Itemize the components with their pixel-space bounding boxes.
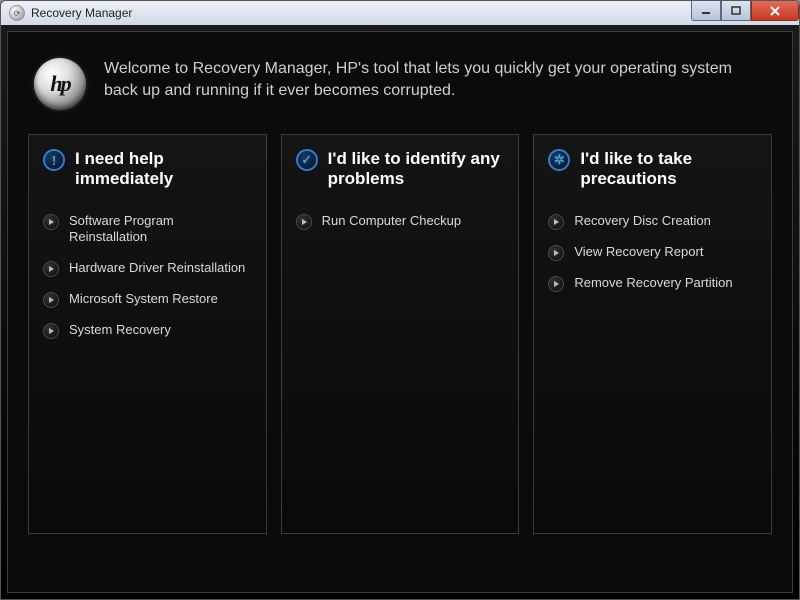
panel-items: Recovery Disc Creation View Recovery Rep… [548,211,757,294]
panel-identify-problems: ✓ I'd like to identify any problems Run … [281,134,520,534]
panel-title: I'd like to take precautions [580,149,757,190]
window-controls [691,1,799,21]
window-frame: ⟳ Recovery Manager hp Welcome to Recover… [0,0,800,600]
app-icon: ⟳ [9,5,25,21]
item-label: System Recovery [69,322,171,338]
window-title: Recovery Manager [31,6,132,20]
panel-title: I need help immediately [75,149,252,190]
item-system-restore[interactable]: Microsoft System Restore [43,289,252,310]
item-label: Recovery Disc Creation [574,213,711,229]
item-label: Microsoft System Restore [69,291,218,307]
play-icon [548,276,564,292]
play-icon [43,214,59,230]
item-label: Software Program Reinstallation [69,213,252,246]
minimize-button[interactable] [691,1,721,21]
play-icon [548,245,564,261]
panel-header: ✲ I'd like to take precautions [548,149,757,193]
item-software-reinstall[interactable]: Software Program Reinstallation [43,211,252,248]
alert-icon: ! [43,149,65,171]
play-icon [43,323,59,339]
panel-header: ! I need help immediately [43,149,252,193]
panel-items: Run Computer Checkup [296,211,505,232]
maximize-button[interactable] [721,1,751,21]
panel-items: Software Program Reinstallation Hardware… [43,211,252,341]
item-label: Remove Recovery Partition [574,275,732,291]
check-icon: ✓ [296,149,318,171]
play-icon [296,214,312,230]
item-run-checkup[interactable]: Run Computer Checkup [296,211,505,232]
hp-logo-icon: hp [34,58,86,110]
titlebar[interactable]: ⟳ Recovery Manager [1,1,799,25]
header: hp Welcome to Recovery Manager, HP's too… [28,50,772,134]
hp-logo-text: hp [50,71,69,97]
close-button[interactable] [751,1,799,21]
item-system-recovery[interactable]: System Recovery [43,320,252,341]
play-icon [548,214,564,230]
panels-row: ! I need help immediately Software Progr… [28,134,772,534]
play-icon [43,261,59,277]
item-label: Run Computer Checkup [322,213,461,229]
panel-header: ✓ I'd like to identify any problems [296,149,505,193]
item-hardware-driver-reinstall[interactable]: Hardware Driver Reinstallation [43,258,252,279]
item-remove-recovery-partition[interactable]: Remove Recovery Partition [548,273,757,294]
panel-help-immediately: ! I need help immediately Software Progr… [28,134,267,534]
item-view-recovery-report[interactable]: View Recovery Report [548,242,757,263]
play-icon [43,292,59,308]
content-area: hp Welcome to Recovery Manager, HP's too… [7,31,793,593]
item-label: Hardware Driver Reinstallation [69,260,245,276]
gear-icon: ✲ [548,149,570,171]
item-label: View Recovery Report [574,244,703,260]
panel-take-precautions: ✲ I'd like to take precautions Recovery … [533,134,772,534]
panel-title: I'd like to identify any problems [328,149,505,190]
welcome-text: Welcome to Recovery Manager, HP's tool t… [104,58,766,101]
item-recovery-disc-creation[interactable]: Recovery Disc Creation [548,211,757,232]
